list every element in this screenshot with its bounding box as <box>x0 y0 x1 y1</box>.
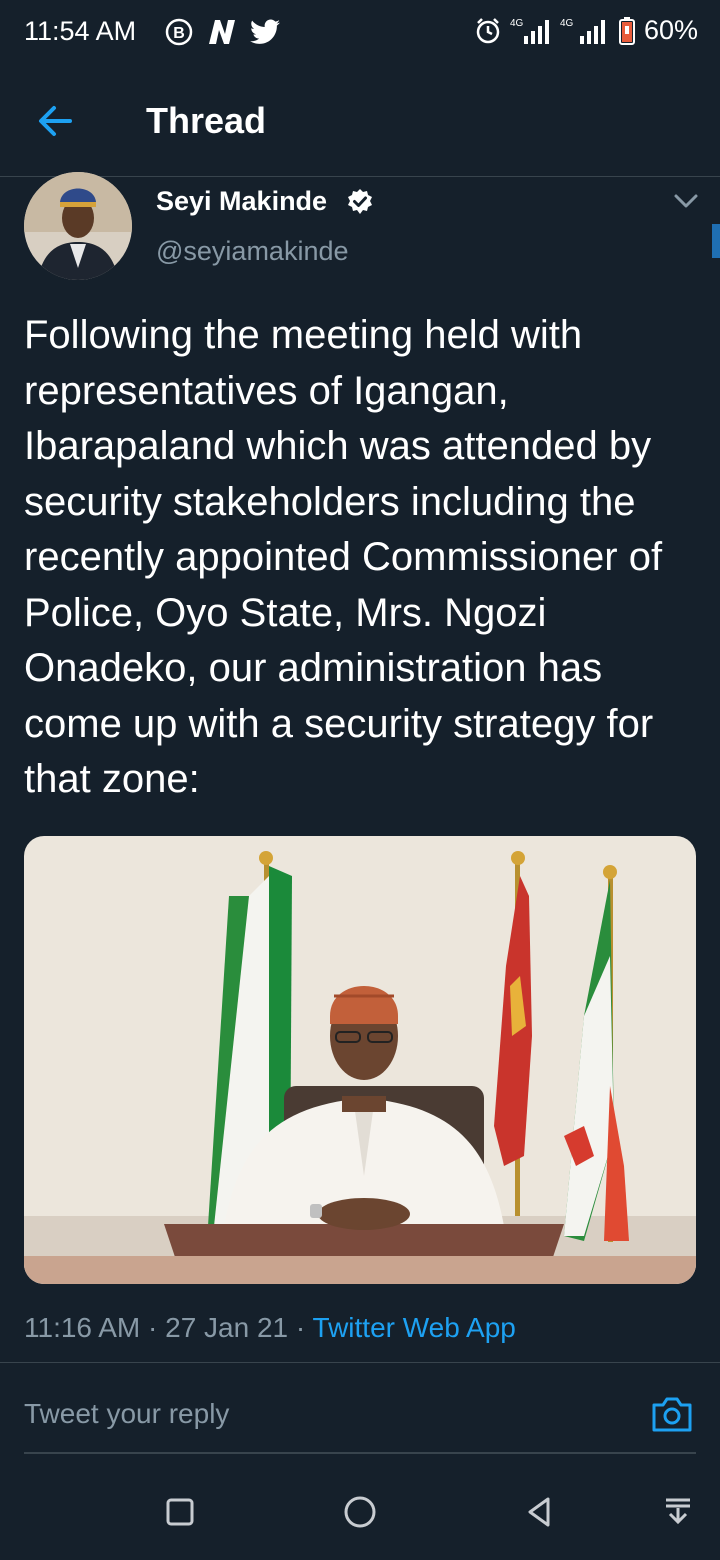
tweet-image[interactable] <box>24 836 696 1284</box>
back-arrow-icon[interactable] <box>30 96 80 146</box>
app-bar: Thread <box>0 66 720 177</box>
divider <box>0 1362 720 1363</box>
meta-separator: · <box>148 1312 158 1343</box>
recents-square-icon[interactable] <box>162 1494 198 1530</box>
chevron-down-icon[interactable] <box>672 190 700 212</box>
n-icon <box>209 20 235 44</box>
avatar[interactable] <box>24 172 132 280</box>
tweet-text: Following the meeting held with represen… <box>24 313 663 801</box>
camera-icon[interactable] <box>650 1392 694 1436</box>
alarm-icon <box>476 17 500 43</box>
notification-pull-icon[interactable] <box>660 1494 696 1530</box>
notification-icons: B <box>164 17 280 47</box>
reply-underline <box>24 1452 696 1454</box>
twitter-bird-icon <box>250 19 280 44</box>
network-label-2: 4G <box>560 18 574 29</box>
tweet-date: 27 Jan 21 <box>165 1312 289 1343</box>
tweet-time: 11:16 AM <box>24 1312 141 1343</box>
meta-separator: · <box>295 1312 306 1343</box>
status-right: 4G 4G 60% <box>474 15 698 46</box>
signal-icon-2: 4G <box>560 18 605 44</box>
tweet-meta: 11:16 AM · 27 Jan 21 · Twitter Web App <box>24 1312 516 1344</box>
battery-percent: 60% <box>643 15 698 45</box>
author-name[interactable]: Seyi Makinde <box>156 186 327 217</box>
network-label-1: 4G <box>510 18 524 29</box>
tweet-source-link[interactable]: Twitter Web App <box>313 1312 516 1343</box>
signal-icon-1: 4G <box>510 18 549 44</box>
page-title: Thread <box>146 100 267 141</box>
status-bar: 11:54 AM B 4G 4G 60% <box>0 0 720 66</box>
back-triangle-icon[interactable] <box>522 1494 558 1530</box>
b-icon: B <box>165 18 193 46</box>
battery-icon <box>618 16 635 45</box>
author-handle[interactable]: @seyiamakinde <box>156 236 349 267</box>
system-nav-bar <box>0 1466 720 1560</box>
reply-input[interactable]: Tweet your reply <box>24 1398 229 1430</box>
svg-text:B: B <box>173 25 185 42</box>
status-time: 11:54 AM <box>24 16 137 46</box>
scroll-indicator <box>712 224 720 258</box>
verified-badge-icon <box>348 189 372 214</box>
home-circle-icon[interactable] <box>342 1494 378 1530</box>
